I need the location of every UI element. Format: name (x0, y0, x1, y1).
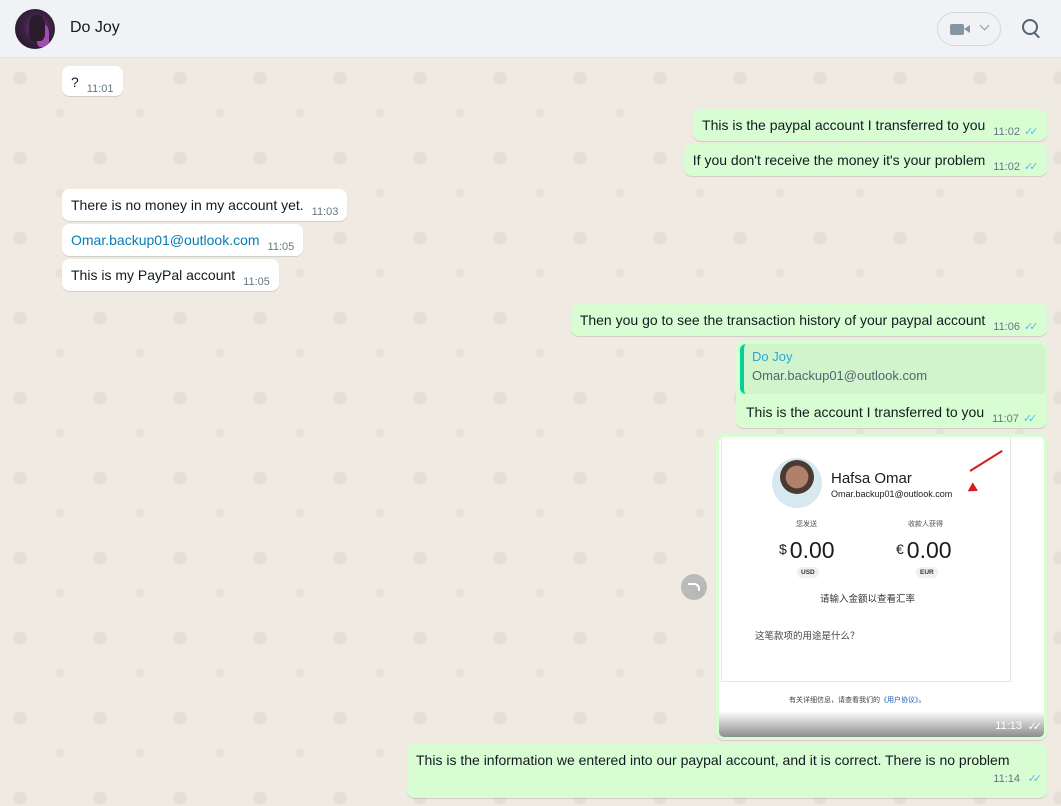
email-link[interactable]: Omar.backup01@outlook.com (71, 232, 260, 248)
forward-icon[interactable] (681, 574, 707, 600)
message-text: This is my PayPal account (71, 267, 236, 283)
quote-author: Do Joy (752, 349, 793, 364)
contact-name[interactable]: Do Joy (70, 19, 120, 37)
message-time: 11:02 (993, 161, 1020, 173)
message-time: 11:05 (243, 276, 270, 288)
quote-text: Omar.backup01@outlook.com (752, 368, 928, 383)
note-placeholder: 这笔款项的用途是什么？ (755, 631, 860, 642)
message-text: This is the paypal account I transferred… (702, 117, 986, 133)
paypal-screenshot[interactable]: Hafsa Omar Omar.backup01@outlook.com 您发送… (719, 437, 1044, 737)
message-text: ? (71, 74, 79, 90)
search-button[interactable] (1020, 17, 1044, 41)
message-text: There is no money in my account yet. (71, 197, 304, 213)
message-time: 11:14 (993, 773, 1020, 785)
receive-label: 收款人获得 (908, 521, 943, 528)
message-incoming[interactable]: Omar.backup01@outlook.com 11:05 (62, 224, 304, 256)
double-check-icon: ✓✓ (1024, 321, 1038, 333)
video-call-button[interactable] (937, 12, 1001, 46)
paypal-card: Hafsa Omar Omar.backup01@outlook.com 您发送… (721, 437, 1011, 682)
chevron-down-icon (979, 20, 990, 31)
message-incoming[interactable]: There is no money in my account yet. 11:0… (62, 189, 348, 221)
message-incoming[interactable]: ? 11:01 (62, 66, 123, 96)
message-time: 11:13 (995, 720, 1022, 732)
double-check-icon: ✓✓ (1027, 773, 1042, 785)
message-text: This is the account I transferred to you (746, 404, 985, 420)
message-outgoing[interactable]: Then you go to see the transaction histo… (570, 304, 1047, 336)
image-message[interactable]: Hafsa Omar Omar.backup01@outlook.com 您发送… (716, 434, 1047, 740)
message-outgoing[interactable]: This is the information we entered into … (407, 744, 1047, 798)
red-arrow-icon (969, 450, 1003, 472)
message-text: Then you go to see the transaction histo… (579, 312, 986, 328)
double-check-icon: ✓✓ (1027, 721, 1043, 733)
message-time: 11:06 (993, 321, 1020, 333)
reply-body: This is the account I transferred to you… (746, 403, 1037, 425)
chat-header: Do Joy (0, 0, 1061, 58)
send-amount: $0.00 (779, 537, 835, 563)
message-text: If you don't receive the money it's your… (692, 152, 986, 168)
message-time: 11:07 (992, 413, 1019, 425)
message-outgoing[interactable]: If you don't receive the money it's your… (683, 144, 1047, 176)
contact-avatar[interactable] (15, 9, 55, 49)
double-check-icon: ✓✓ (1022, 413, 1037, 425)
terms-footer: 有关详细信息，请查看我们的《用户协议》。 (789, 697, 926, 704)
double-check-icon: ✓✓ (1024, 126, 1038, 138)
double-check-icon: ✓✓ (1024, 161, 1038, 173)
message-list[interactable]: ? 11:01 This is the paypal account I tran… (0, 58, 1061, 806)
recipient-avatar (772, 458, 822, 508)
message-time: 11:05 (267, 241, 295, 253)
message-time: 11:02 (993, 126, 1020, 138)
message-time: 11:03 (311, 206, 339, 218)
send-currency-badge: USD (797, 567, 819, 578)
recipient-name: Hafsa Omar (831, 470, 912, 487)
video-camera-icon (950, 24, 970, 35)
rate-hint: 请输入金额以查看汇率 (820, 594, 916, 605)
message-incoming[interactable]: This is my PayPal account 11:05 (62, 259, 279, 291)
quoted-message[interactable]: Do Joy Omar.backup01@outlook.com (740, 344, 1046, 394)
message-text: This is the information we entered into … (416, 752, 1010, 768)
recipient-email: Omar.backup01@outlook.com (831, 489, 953, 499)
message-outgoing[interactable]: This is the paypal account I transferred… (693, 109, 1047, 141)
message-time: 11:01 (86, 83, 114, 95)
receive-currency-badge: EUR (916, 567, 938, 578)
receive-amount: €0.00 (896, 537, 952, 563)
send-label: 您发送 (796, 521, 817, 528)
